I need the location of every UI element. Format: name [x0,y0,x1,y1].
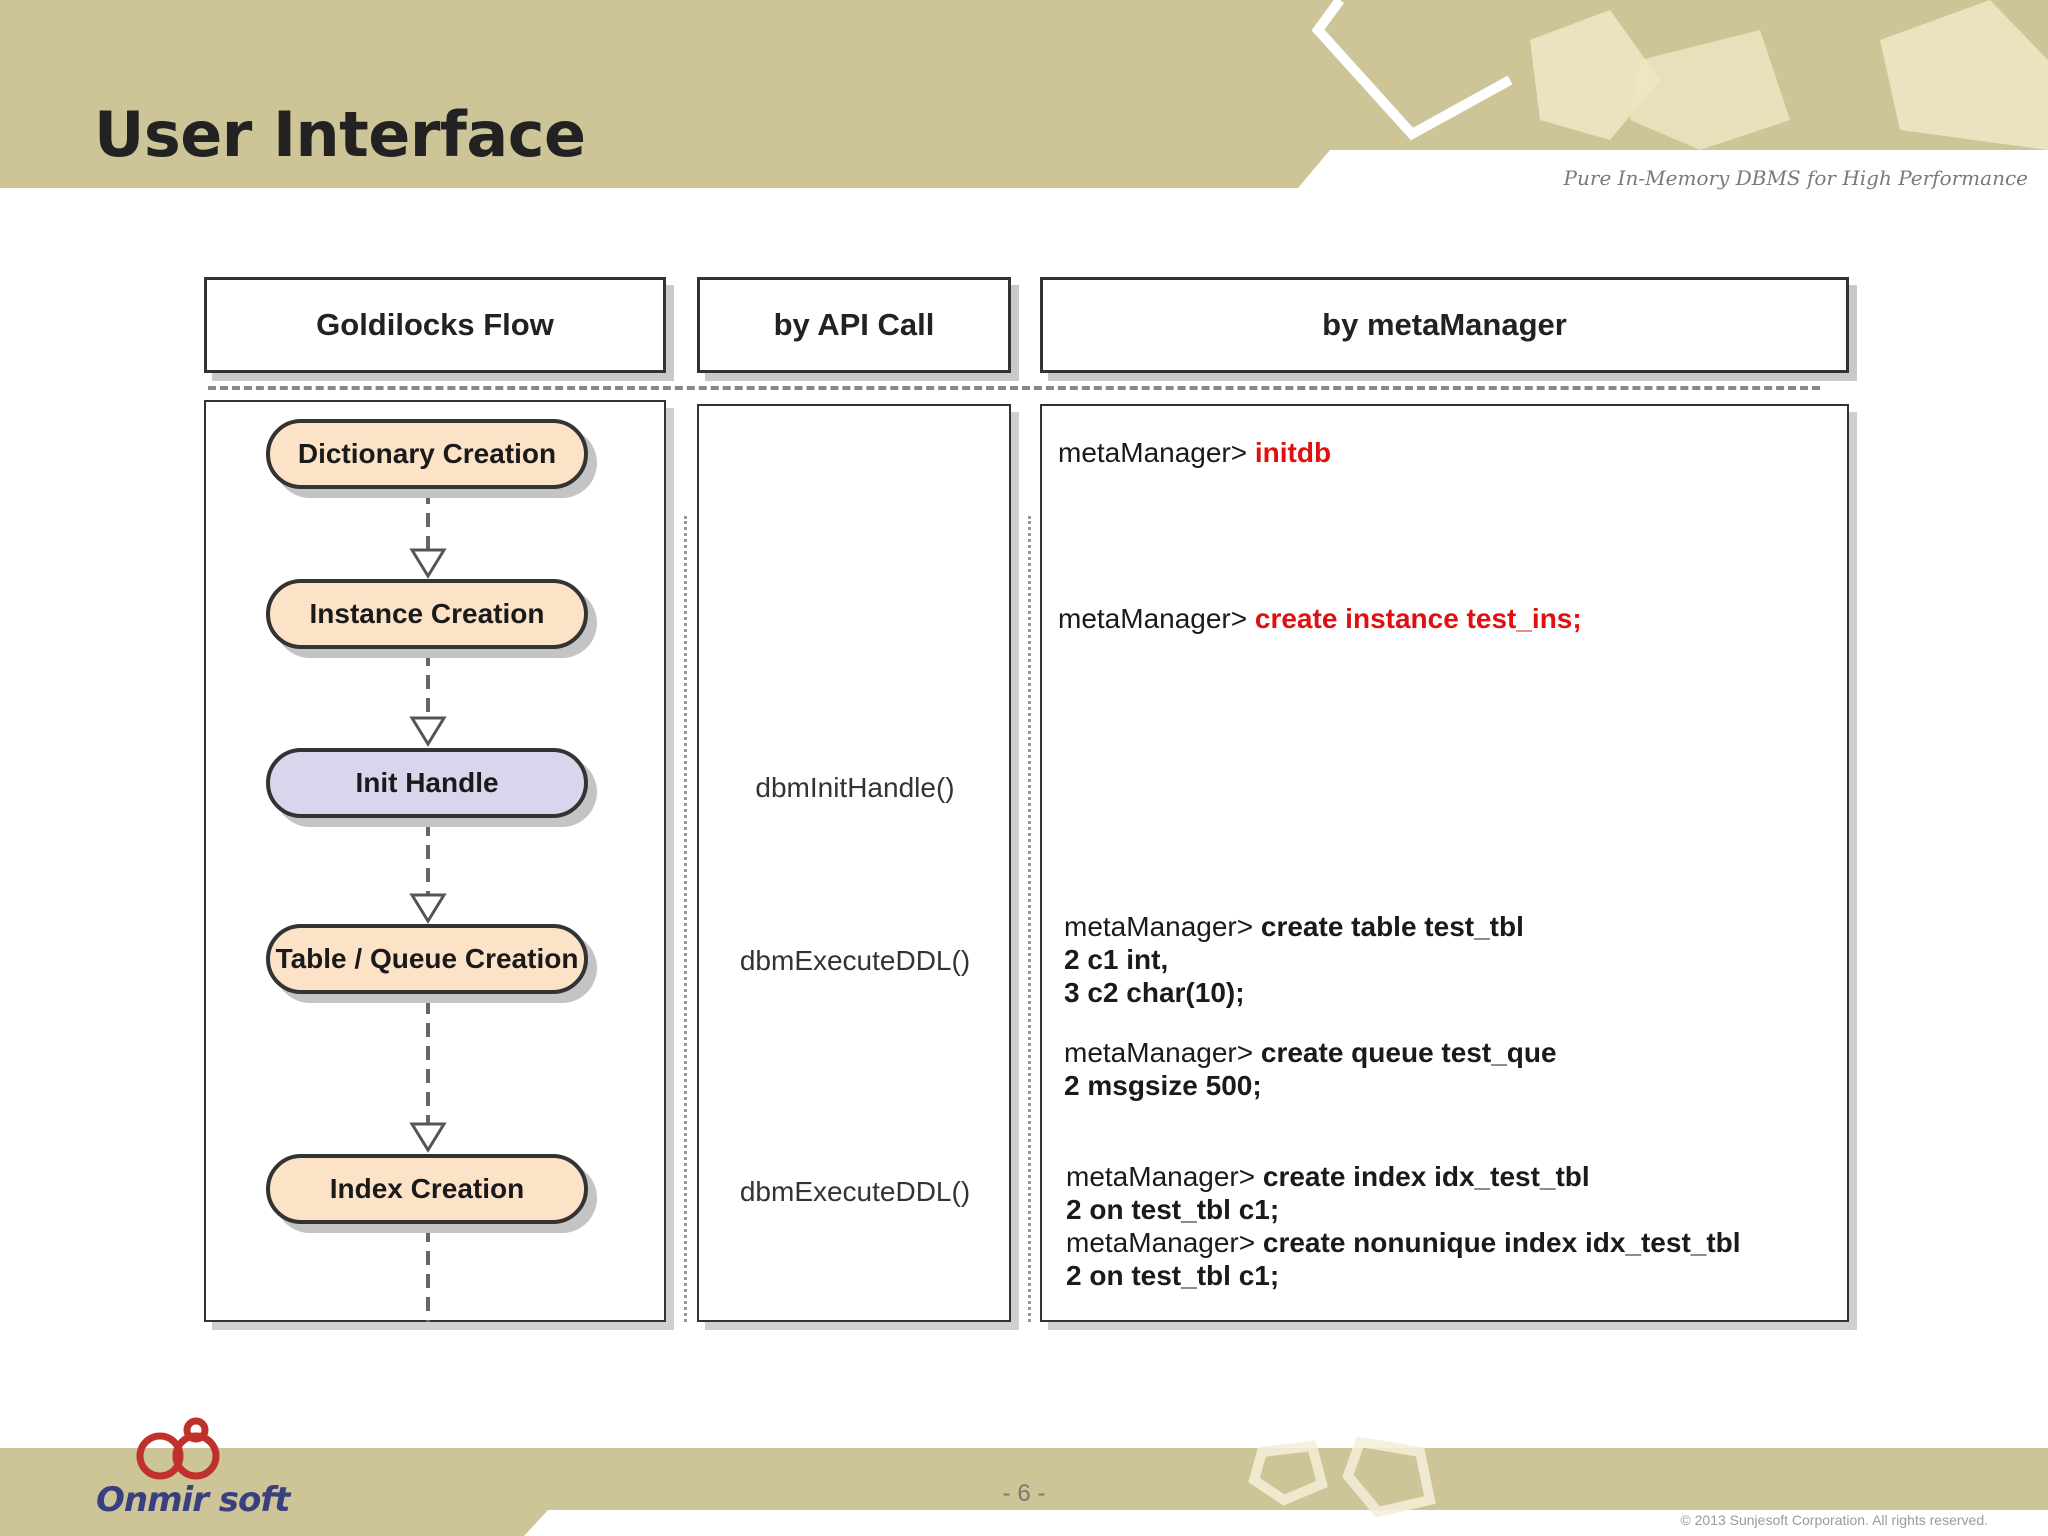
copyright-notice: © 2013 Sunjesoft Corporation. All rights… [1680,1512,1988,1528]
page-number: - 6 - [1002,1480,1046,1507]
bottom-banner [0,1417,2048,1536]
